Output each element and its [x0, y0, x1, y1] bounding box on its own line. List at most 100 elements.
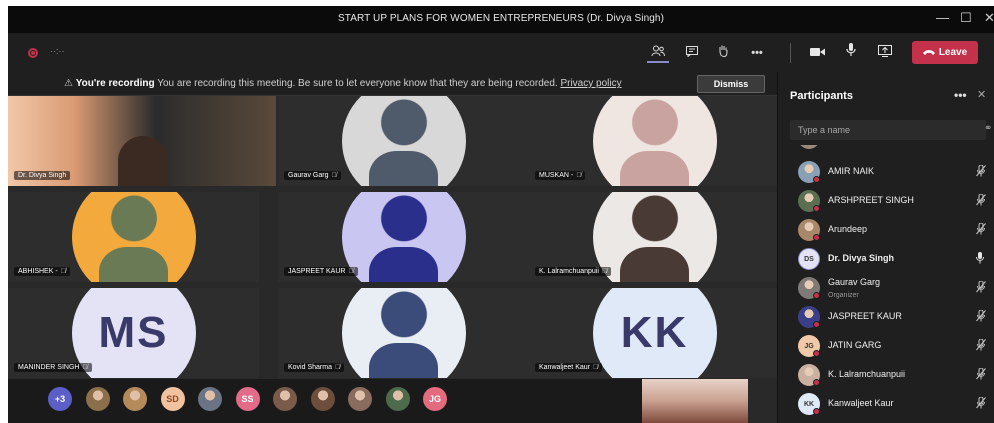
- camera-icon[interactable]: [806, 43, 828, 63]
- profile-photo: [341, 288, 466, 378]
- participant-name-tag: MUSKAN - 🎙̸: [535, 171, 586, 180]
- panel-close-icon[interactable]: ✕: [977, 88, 986, 101]
- participant-list: AMIR NAIK ARSHPREET SINGH Arundeep DS Dr. Di…: [778, 145, 994, 423]
- video-tile[interactable]: Dr. Divya Singh: [8, 96, 276, 186]
- participant-name: JASPREET KAUR: [828, 311, 902, 321]
- avatar[interactable]: [198, 387, 222, 411]
- avatar-initials: MS: [98, 308, 169, 357]
- photo-subject: [368, 150, 439, 186]
- maximize-icon[interactable]: ☐: [960, 10, 972, 26]
- photo-subject: [619, 246, 690, 282]
- participant-name: Gaurav Garg: [828, 277, 881, 287]
- video-tile[interactable]: ABHISHEK - 🎙̸: [8, 192, 259, 282]
- participant-name: MUSKAN -: [539, 172, 574, 179]
- participant-row[interactable]: AMIR NAIK: [778, 157, 994, 186]
- raise-hand-icon[interactable]: [712, 43, 734, 63]
- self-video-preview[interactable]: [642, 379, 748, 423]
- invite-icon[interactable]: ⚭: [984, 123, 992, 134]
- participant-name: Kanwaljeet Kaur: [828, 398, 894, 408]
- avatar[interactable]: [273, 387, 297, 411]
- mic-muted-icon[interactable]: [976, 222, 986, 238]
- dismiss-button[interactable]: Dismiss: [697, 75, 765, 93]
- microphone-icon[interactable]: [976, 252, 984, 267]
- participant-row[interactable]: Arundeep: [778, 215, 994, 244]
- avatar[interactable]: [348, 387, 372, 411]
- more-actions-icon[interactable]: •••: [746, 43, 768, 63]
- title-bar: START UP PLANS FOR WOMEN ENTREPRENEURS (…: [8, 6, 994, 33]
- toolbar-divider: [790, 43, 791, 63]
- presence-status-icon: [813, 379, 820, 386]
- mic-muted-icon[interactable]: [976, 280, 986, 296]
- participant-role: Organizer: [828, 292, 859, 299]
- warning-icon: ⚠: [64, 78, 73, 89]
- participant-search-input[interactable]: [790, 120, 986, 140]
- leave-button[interactable]: Leave: [912, 41, 978, 64]
- avatar[interactable]: [310, 387, 335, 411]
- initials-avatar[interactable]: SD: [160, 387, 185, 411]
- participant-row[interactable]: DS Dr. Divya Singh: [778, 244, 994, 273]
- avatar-initials: JG: [804, 342, 814, 350]
- microphone-icon[interactable]: [840, 43, 862, 63]
- video-tile[interactable]: KK Kanwaljeet Kaur 🎙̸: [529, 288, 780, 378]
- avatar[interactable]: [85, 387, 110, 411]
- participant-name: K. Lalramchuanpuii: [828, 369, 906, 379]
- video-tile[interactable]: K. Lalramchuanpuii 🎙̸: [529, 192, 780, 282]
- share-screen-icon[interactable]: [874, 43, 896, 63]
- mic-muted-icon: 🎙̸: [331, 172, 337, 179]
- participant-name: Dr. Divya Singh: [828, 253, 895, 263]
- meeting-toolbar: ··:·· ••• Leave: [8, 33, 994, 72]
- recording-heading: You're recording: [75, 78, 155, 89]
- video-tile[interactable]: JASPREET KAUR 🎙̸: [278, 192, 529, 282]
- avatar-initials: JG: [428, 394, 441, 404]
- participants-icon[interactable]: [647, 43, 669, 63]
- presence-status-icon: [813, 292, 820, 299]
- avatar[interactable]: [385, 387, 410, 411]
- participant-row[interactable]: Gaurav Garg Organizer: [778, 273, 994, 302]
- avatar[interactable]: [123, 387, 147, 411]
- participant-row[interactable]: JASPREET KAUR: [778, 302, 994, 331]
- close-icon[interactable]: ✕: [984, 10, 994, 26]
- participant-name-tag: K. Lalramchuanpuii 🎙̸: [535, 267, 612, 276]
- participant-row[interactable]: K. Lalramchuanpuii: [778, 360, 994, 389]
- presence-status-icon: [813, 321, 820, 328]
- mic-muted-icon: 🎙̸: [60, 268, 66, 275]
- participant-name: JASPREET KAUR: [288, 268, 346, 275]
- initials-avatar[interactable]: SS: [235, 387, 260, 411]
- video-tile[interactable]: MUSKAN - 🎙̸: [529, 96, 780, 186]
- photo-subject: [619, 150, 690, 186]
- profile-photo: [341, 192, 466, 282]
- participant-row[interactable]: JG JATIN GARG: [778, 331, 994, 360]
- presence-status-icon: [813, 205, 820, 212]
- participant-name: Arundeep: [828, 224, 868, 234]
- recording-indicator-icon: [28, 48, 38, 58]
- participant-name: K. Lalramchuanpuii: [539, 268, 599, 275]
- mic-muted-icon[interactable]: [976, 309, 986, 325]
- participant-row[interactable]: ARSHPREET SINGH: [778, 186, 994, 215]
- video-tile[interactable]: Kovid Sharma 🎙̸: [278, 288, 529, 378]
- participant-row[interactable]: KK Kanwaljeet Kaur: [778, 389, 994, 418]
- initials-avatar[interactable]: JG: [423, 387, 447, 411]
- teams-meeting-window: START UP PLANS FOR WOMEN ENTREPRENEURS (…: [8, 6, 994, 423]
- participant-name: JATIN GARG: [828, 340, 882, 350]
- window-title: START UP PLANS FOR WOMEN ENTREPRENEURS (…: [337, 13, 665, 24]
- panel-more-icon[interactable]: •••: [954, 88, 967, 102]
- minimize-icon[interactable]: —: [936, 10, 949, 25]
- participant-name-tag: JASPREET KAUR 🎙̸: [284, 267, 358, 276]
- privacy-policy-link[interactable]: Privacy policy: [560, 78, 621, 89]
- participant-row-partial[interactable]: [778, 145, 994, 152]
- video-tile[interactable]: MS MANINDER SINGH 🎙̸: [8, 288, 259, 378]
- chat-icon[interactable]: [681, 43, 703, 63]
- recording-notice: ⚠ You're recording You are recording thi…: [64, 78, 622, 89]
- more-participants-badge[interactable]: +3: [48, 387, 72, 411]
- participant-name: Kanwaljeet Kaur: [539, 364, 590, 371]
- mic-muted-icon[interactable]: [976, 396, 986, 412]
- panel-title: Participants: [790, 90, 853, 102]
- mic-muted-icon[interactable]: [976, 164, 986, 180]
- video-tile[interactable]: Gaurav Garg 🎙̸: [278, 96, 529, 186]
- presence-status-icon: [813, 408, 820, 415]
- participant-name: Gaurav Garg: [288, 172, 329, 179]
- mic-muted-icon[interactable]: [976, 367, 986, 383]
- participant-name-tag: Kovid Sharma 🎙̸: [284, 363, 345, 372]
- mic-muted-icon[interactable]: [976, 193, 986, 209]
- mic-muted-icon[interactable]: [976, 338, 986, 354]
